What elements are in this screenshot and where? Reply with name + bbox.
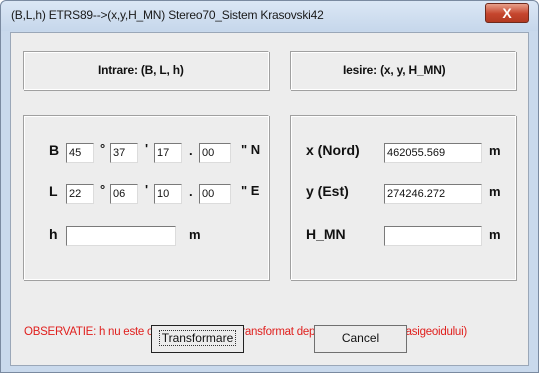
h-unit: m <box>189 227 201 242</box>
b-minutes-input[interactable]: 37 <box>110 143 138 163</box>
y-unit: m <box>489 184 501 199</box>
b-hemisphere: " N <box>241 142 261 157</box>
b-degree-symbol: ° <box>100 141 106 156</box>
dialog-window: (B,L,h) ETRS89-->(x,y,H_MN) Stereo70_Sis… <box>0 0 539 373</box>
y-output-field[interactable]: 274246.272 <box>384 184 482 204</box>
transform-button-label: Transformare <box>158 330 237 346</box>
close-icon: X <box>502 5 512 21</box>
close-button[interactable]: X <box>485 3 529 23</box>
title-bar[interactable]: (B,L,h) ETRS89-->(x,y,H_MN) Stereo70_Sis… <box>1 1 538 31</box>
output-panel-title: Iesire: (x, y, H_MN) <box>343 63 446 77</box>
input-panel-title: Intrare: (B, L, h) <box>98 63 184 77</box>
x-unit: m <box>489 143 501 158</box>
window-title: (B,L,h) ETRS89-->(x,y,H_MN) Stereo70_Sis… <box>11 8 324 22</box>
hmn-unit: m <box>489 227 501 242</box>
l-minute-symbol: ' <box>145 182 149 197</box>
x-output-field[interactable]: 462055.569 <box>384 143 482 163</box>
transform-button[interactable]: Transformare <box>151 325 244 353</box>
x-label: x (Nord) <box>306 142 360 158</box>
l-degree-symbol: ° <box>100 182 106 197</box>
l-dot-symbol: . <box>189 184 193 199</box>
input-header-panel: Intrare: (B, L, h) <box>23 51 269 90</box>
b-degrees-input[interactable]: 45 <box>66 143 94 163</box>
b-minute-symbol: ' <box>145 141 149 156</box>
h-input[interactable] <box>66 226 176 246</box>
l-degrees-input[interactable]: 22 <box>66 184 94 204</box>
output-panel: x (Nord) 462055.569 m y (Est) 274246.272… <box>290 115 516 280</box>
output-header-panel: Iesire: (x, y, H_MN) <box>290 51 516 90</box>
l-minutes-input[interactable]: 06 <box>110 184 138 204</box>
dialog-client: Intrare: (B, L, h) Iesire: (x, y, H_MN) … <box>10 32 529 366</box>
l-fraction-input[interactable]: 00 <box>199 184 231 204</box>
b-label: B <box>49 142 60 158</box>
hmn-output-field[interactable] <box>384 226 482 246</box>
hmn-label: H_MN <box>306 226 346 242</box>
input-panel: B 45 ° 37 ' 17 . 00 " N L 22 ° 06 ' 10 .… <box>23 115 269 280</box>
b-fraction-input[interactable]: 00 <box>199 143 231 163</box>
b-seconds-input[interactable]: 17 <box>154 143 182 163</box>
cancel-button-label: Cancel <box>341 331 380 345</box>
l-label: L <box>49 183 58 199</box>
y-label: y (Est) <box>306 183 349 199</box>
h-label: h <box>49 226 58 242</box>
l-seconds-input[interactable]: 10 <box>154 184 182 204</box>
cancel-button[interactable]: Cancel <box>314 325 407 353</box>
b-dot-symbol: . <box>189 143 193 158</box>
l-hemisphere: " E <box>241 183 260 198</box>
